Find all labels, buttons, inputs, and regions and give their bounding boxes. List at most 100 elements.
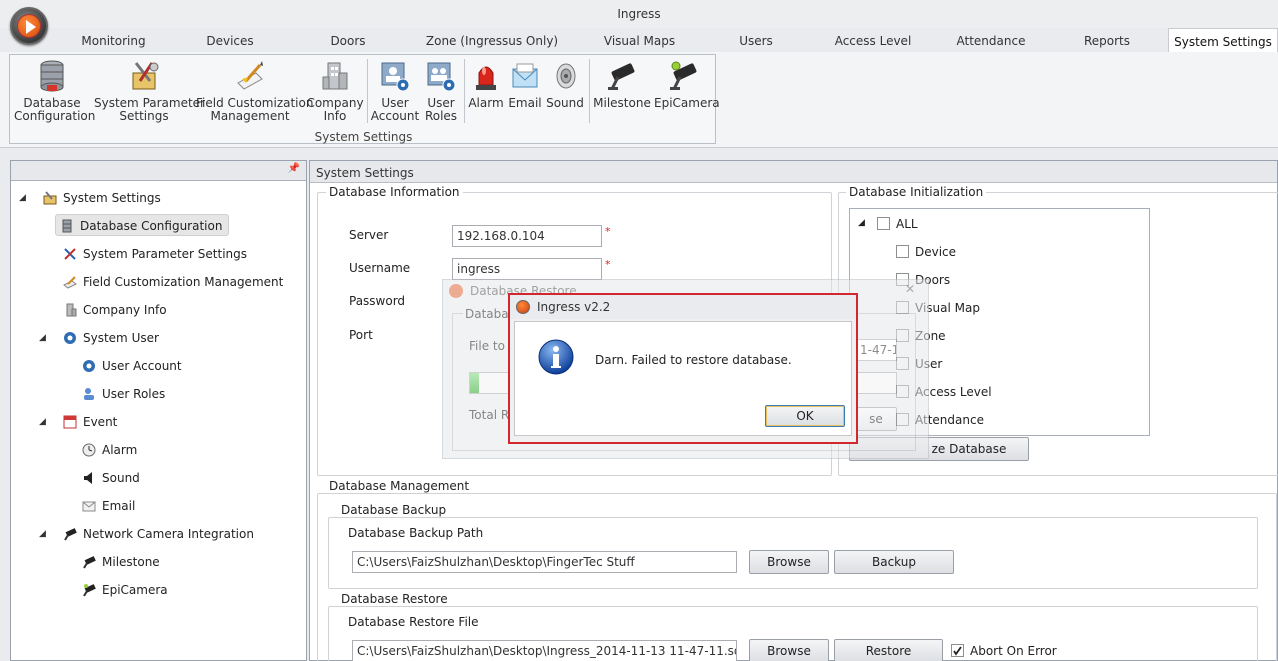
- tree-node-company-info[interactable]: Company Info: [63, 299, 167, 321]
- tab-doors[interactable]: Doors: [289, 28, 407, 52]
- restore-dialog-total-label: Total R: [469, 408, 510, 422]
- backup-path-input[interactable]: C:\Users\FaizShulzhan\Desktop\FingerTec …: [352, 551, 737, 573]
- app-logo-icon[interactable]: [10, 7, 48, 45]
- tree-label-network-camera: Network Camera Integration: [83, 527, 254, 541]
- server-input[interactable]: 192.168.0.104: [452, 225, 602, 247]
- collapse-arrow-icon[interactable]: ◢: [39, 327, 46, 349]
- database-restore-legend: Database Restore: [338, 592, 451, 606]
- abort-on-error-option[interactable]: Abort On Error: [951, 644, 1057, 658]
- required-marker: *: [605, 258, 611, 271]
- close-icon[interactable]: ✕: [905, 282, 915, 296]
- tab-attendance[interactable]: Attendance: [936, 28, 1046, 52]
- tools-icon: [63, 246, 77, 260]
- tab-visual-maps[interactable]: Visual Maps: [577, 28, 702, 52]
- database-initialization-legend: Database Initialization: [846, 185, 987, 199]
- sound-icon: [549, 59, 581, 93]
- tab-zone[interactable]: Zone (Ingressus Only): [407, 28, 577, 52]
- backup-browse-button[interactable]: Browse: [749, 550, 829, 574]
- user-roles-icon: [425, 59, 457, 93]
- tree-node-event[interactable]: ◢ Event: [39, 411, 117, 433]
- tree-node-system-user[interactable]: ◢ System User: [39, 327, 159, 349]
- restore-browse-button[interactable]: Browse: [749, 639, 829, 661]
- tab-devices[interactable]: Devices: [171, 28, 289, 52]
- ribbon-group-system-settings: Database Configuration System Parameter …: [9, 54, 720, 144]
- epicamera-icon: [82, 582, 96, 597]
- checkbox[interactable]: [877, 217, 890, 230]
- email-button[interactable]: Email: [507, 59, 543, 110]
- message-box-titlebar: Ingress v2.2: [510, 295, 856, 319]
- sound-label: Sound: [546, 96, 584, 110]
- init-item-device[interactable]: Device: [896, 245, 956, 259]
- init-item-label: ALL: [896, 217, 918, 231]
- tree-label-system-user: System User: [83, 331, 159, 345]
- tree-node-system-settings[interactable]: ◢ System Settings: [19, 187, 161, 209]
- sound-button[interactable]: Sound: [545, 59, 585, 110]
- camera-icon: [82, 554, 96, 569]
- tab-monitoring[interactable]: Monitoring: [56, 28, 171, 52]
- envelope-icon: [82, 498, 96, 512]
- backup-button[interactable]: Backup: [834, 550, 954, 574]
- ribbon-group-label: System Settings: [314, 130, 413, 144]
- tab-system-settings[interactable]: System Settings: [1168, 28, 1278, 52]
- field-edit-icon: [63, 274, 77, 289]
- building-icon: [319, 59, 351, 93]
- restore-dialog-file-value: 1-47-1:: [855, 339, 897, 361]
- tree-label-database-configuration: Database Configuration: [80, 219, 223, 233]
- tab-access-level[interactable]: Access Level: [810, 28, 936, 52]
- port-label: Port: [349, 328, 373, 342]
- tree-label-epicamera: EpiCamera: [102, 583, 168, 597]
- tab-users[interactable]: Users: [702, 28, 810, 52]
- ok-button[interactable]: OK: [765, 405, 845, 427]
- tree-label-user-account: User Account: [102, 359, 182, 373]
- field-customization-management-button[interactable]: Field Customization Management: [196, 59, 313, 123]
- collapse-arrow-icon[interactable]: ◢: [39, 523, 46, 545]
- tree-node-milestone[interactable]: Milestone: [82, 551, 160, 573]
- tree-node-sound[interactable]: Sound: [82, 467, 140, 489]
- epicamera-label: EpiCamera: [654, 96, 720, 110]
- user-roles-button[interactable]: User Roles: [422, 59, 460, 123]
- init-item-all[interactable]: ALL: [877, 217, 918, 231]
- tree-node-email[interactable]: Email: [82, 495, 135, 517]
- tree-node-user-account[interactable]: User Account: [82, 355, 182, 377]
- collapse-arrow-icon[interactable]: ◢: [19, 187, 26, 209]
- password-label: Password: [349, 294, 406, 308]
- alarm-icon: [470, 59, 502, 93]
- restore-dialog-button[interactable]: se: [855, 407, 897, 431]
- checkbox[interactable]: [896, 245, 909, 258]
- tools-icon: [128, 59, 160, 93]
- email-icon: [509, 59, 541, 93]
- username-input[interactable]: ingress: [452, 258, 602, 280]
- tree-node-epicamera[interactable]: EpiCamera: [82, 579, 168, 601]
- collapse-arrow-icon[interactable]: ◢: [39, 411, 46, 433]
- epicamera-icon: [668, 59, 700, 93]
- database-icon: [60, 218, 74, 233]
- restore-file-input[interactable]: C:\Users\FaizShulzhan\Desktop\Ingress_20…: [352, 640, 737, 661]
- username-label: Username: [349, 261, 411, 275]
- tree-node-user-roles[interactable]: User Roles: [82, 383, 165, 405]
- tree-label-system-settings: System Settings: [63, 191, 161, 205]
- tree-label-system-parameter-settings: System Parameter Settings: [83, 247, 248, 261]
- company-info-button[interactable]: Company Info: [306, 59, 364, 123]
- tree-node-network-camera[interactable]: ◢ Network Camera Integration: [39, 523, 254, 545]
- database-configuration-button[interactable]: Database Configuration: [14, 59, 95, 123]
- abort-on-error-checkbox[interactable]: [951, 644, 964, 657]
- clock-icon: [82, 442, 96, 457]
- restore-file-label: Database Restore File: [348, 615, 479, 629]
- milestone-button[interactable]: Milestone: [592, 59, 652, 110]
- database-information-legend: Database Information: [326, 185, 463, 199]
- tab-reports[interactable]: Reports: [1046, 28, 1168, 52]
- alarm-button[interactable]: Alarm: [467, 59, 505, 110]
- tree-node-system-parameter-settings[interactable]: System Parameter Settings: [63, 243, 247, 265]
- building-icon: [63, 302, 77, 317]
- epicamera-button[interactable]: EpiCamera: [654, 59, 720, 110]
- tree-node-field-customization[interactable]: Field Customization Management: [63, 271, 283, 293]
- user-roles-icon: [82, 386, 96, 400]
- system-parameter-settings-button[interactable]: System Parameter Settings: [94, 59, 205, 123]
- tree-node-database-configuration[interactable]: Database Configuration: [55, 214, 230, 236]
- user-account-button[interactable]: User Account: [370, 59, 420, 123]
- tree-node-alarm[interactable]: Alarm: [82, 439, 137, 461]
- collapse-arrow-icon[interactable]: ◢: [858, 218, 865, 228]
- pin-icon[interactable]: 📌: [288, 163, 300, 174]
- tree-label-alarm: Alarm: [102, 443, 138, 457]
- restore-button[interactable]: Restore: [834, 639, 943, 661]
